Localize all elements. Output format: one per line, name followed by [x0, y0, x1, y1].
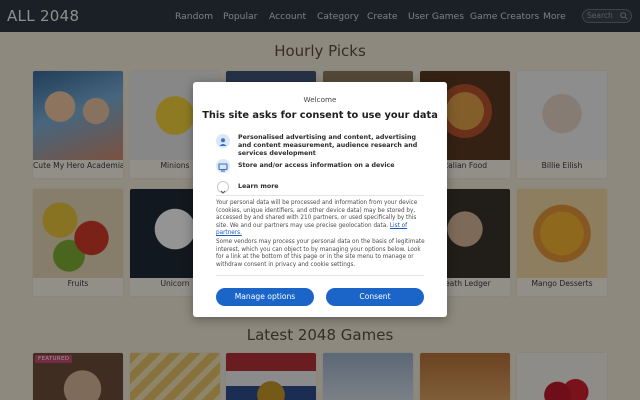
dialog-title: This site asks for consent to use your d… — [202, 110, 438, 121]
legitimate-interest-text: Some vendors may process your personal d… — [216, 239, 425, 268]
consent-button[interactable]: Consent — [326, 288, 424, 306]
person-icon — [216, 134, 230, 148]
consent-dialog: Welcome This site asks for consent to us… — [193, 82, 447, 317]
dialog-welcome: Welcome — [303, 95, 337, 104]
divider — [216, 275, 424, 276]
device-icon — [216, 159, 230, 173]
data-processing-paragraph: Your personal data will be processed and… — [216, 200, 418, 229]
learn-more-toggle[interactable]: Learn more — [238, 183, 279, 190]
divider — [216, 195, 424, 196]
data-processing-text: Your personal data will be processed and… — [216, 200, 426, 238]
purpose-store-access: Store and/or access information on a dev… — [238, 162, 395, 169]
purpose-personalised-ads: Personalised advertising and content, ad… — [238, 134, 418, 157]
manage-options-button[interactable]: Manage options — [216, 288, 314, 306]
chevron-down-icon[interactable] — [217, 181, 229, 194]
